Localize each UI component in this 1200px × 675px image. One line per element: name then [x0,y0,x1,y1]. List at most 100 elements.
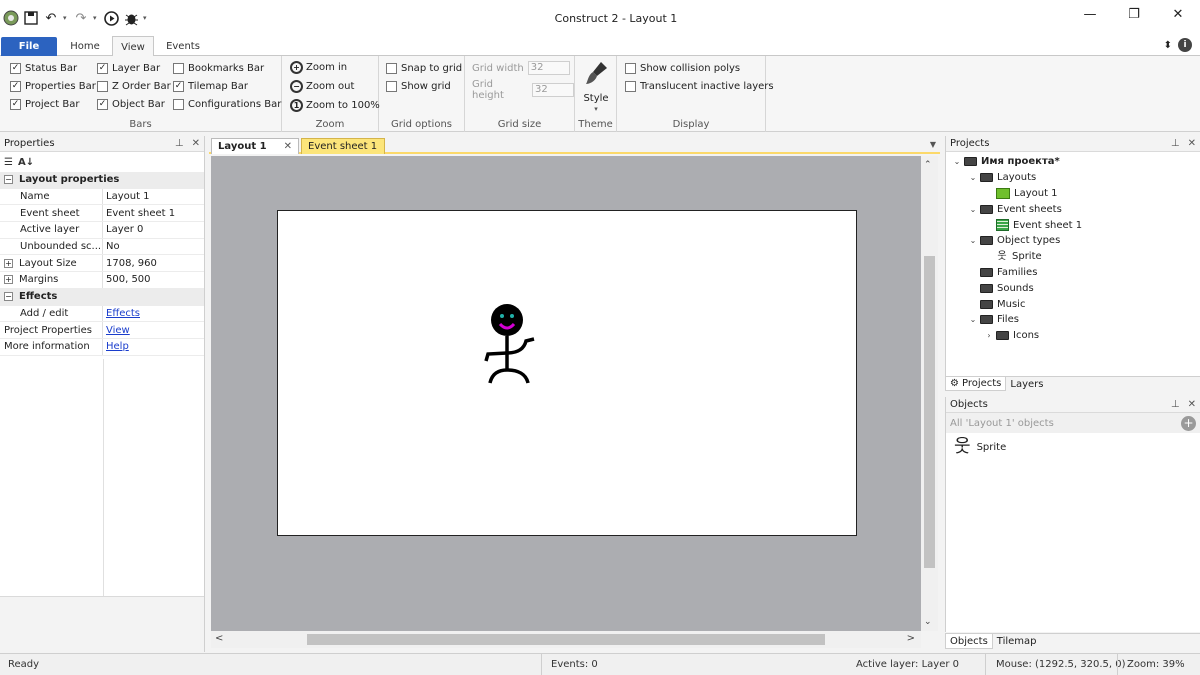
show-grid-checkbox[interactable]: Show grid [386,81,451,92]
customize-toolbar-icon[interactable]: ▾ [143,14,149,22]
expand-arrow-icon[interactable]: ⌄ [968,205,978,214]
add-object-icon[interactable]: + [1181,415,1196,431]
tab-home[interactable]: Home [62,36,108,57]
property-row[interactable]: Active layer Layer 0 [0,222,204,239]
expand-arrow-icon[interactable]: ⌄ [952,157,962,166]
close-icon[interactable]: ✕ [1188,138,1196,149]
tilemap-bar-checkbox[interactable]: ✓ Tilemap Bar [173,81,248,92]
collapse-icon[interactable]: − [4,292,13,302]
sprite-stickman[interactable] [478,303,548,393]
scroll-thumb[interactable] [307,634,825,645]
scroll-left-icon[interactable]: < [215,633,223,644]
object-item-sprite[interactable]: 웃 Sprite [946,433,1200,461]
tree-node-event-sheets[interactable]: ⌄ Event sheets [946,201,1200,217]
app-logo-icon[interactable] [3,10,19,26]
tab-events[interactable]: Events [160,36,206,57]
tab-list-dropdown-icon[interactable]: ▼ [930,140,936,149]
tree-node-layout-1[interactable]: Layout 1 [946,186,1200,202]
tab-view[interactable]: View [112,36,154,57]
view-link[interactable]: View [103,325,130,336]
tab-layers[interactable]: Layers [1006,377,1047,391]
vertical-scrollbar[interactable]: ⌃ ⌄ [921,156,938,631]
zoom-out-button[interactable]: − Zoom out [290,80,354,93]
property-value[interactable]: No [103,241,120,252]
tree-node-layouts[interactable]: ⌄ Layouts [946,170,1200,186]
collapse-icon[interactable]: − [4,175,13,185]
sort-alpha-icon[interactable]: A↓ [18,157,34,168]
property-row[interactable]: Name Layout 1 [0,188,204,206]
z-order-bar-checkbox[interactable]: Z Order Bar [97,81,171,92]
pin-icon[interactable]: ⊥ [1171,138,1180,149]
property-row[interactable]: More information Help [0,338,204,356]
tree-node-families[interactable]: Families [946,265,1200,281]
info-icon[interactable]: i [1178,38,1192,52]
pin-icon[interactable]: ⊥ [175,138,184,149]
property-value[interactable]: 1708, 960 [103,258,157,269]
expand-arrow-icon[interactable]: ⌄ [968,173,978,182]
collapsed-arrow-icon[interactable]: › [984,331,994,340]
bookmarks-bar-checkbox[interactable]: Bookmarks Bar [173,63,264,74]
property-row[interactable]: Add / edit Effects [0,305,204,323]
translucent-layers-checkbox[interactable]: Translucent inactive layers [625,81,774,92]
horizontal-scrollbar[interactable]: < > [211,631,921,648]
tree-node-sprite[interactable]: 웃 Sprite [946,249,1200,265]
tab-tilemap[interactable]: Tilemap [993,634,1041,649]
property-row[interactable]: Event sheet Event sheet 1 [0,205,204,223]
restore-icon[interactable]: ❐ [1112,0,1156,28]
expand-arrow-icon[interactable]: ⌄ [968,315,978,324]
property-row[interactable]: + Margins 500, 500 [0,272,204,289]
snap-to-grid-checkbox[interactable]: Snap to grid [386,63,462,74]
tree-node-root[interactable]: ⌄ Имя проекта* [946,154,1200,170]
categorized-icon[interactable]: ☰ [4,157,13,168]
tab-objects[interactable]: Objects [945,634,993,649]
object-bar-checkbox[interactable]: ✓ Object Bar [97,99,165,110]
tab-layout-1[interactable]: Layout 1 ✕ [211,138,299,154]
scroll-right-icon[interactable]: > [907,633,915,644]
ribbon-collapse-icon[interactable]: ⬍ [1164,40,1172,51]
tree-node-sounds[interactable]: Sounds [946,280,1200,296]
layer-bar-checkbox[interactable]: ✓ Layer Bar [97,63,160,74]
scroll-down-icon[interactable]: ⌄ [924,617,932,627]
status-bar-checkbox[interactable]: ✓ Status Bar [10,63,77,74]
style-dropdown-icon[interactable]: ▾ [575,105,617,113]
grid-height-input[interactable]: 32 [532,83,574,97]
property-row[interactable]: + Layout Size 1708, 960 [0,255,204,273]
category-row[interactable]: − Effects [0,288,204,306]
close-icon[interactable]: ✕ [284,141,292,152]
style-button[interactable] [583,60,609,91]
category-row[interactable]: − Layout properties [0,172,204,189]
pin-icon[interactable]: ⊥ [1171,399,1180,410]
zoom-100-button[interactable]: 1 Zoom to 100% [290,99,380,112]
tab-file[interactable]: File [1,37,57,56]
save-icon[interactable] [23,10,39,26]
close-icon[interactable]: ✕ [1188,399,1196,410]
redo-dropdown-icon[interactable]: ▾ [93,14,99,22]
property-value[interactable]: 500, 500 [103,274,151,285]
undo-icon[interactable]: ↶ [43,10,59,26]
property-value[interactable]: Event sheet 1 [103,208,175,219]
project-bar-checkbox[interactable]: ✓ Project Bar [10,99,80,110]
property-value[interactable]: Layout 1 [103,191,150,202]
scroll-thumb[interactable] [924,256,935,568]
redo-icon[interactable]: ↷ [73,10,89,26]
expand-icon[interactable]: + [4,258,13,268]
tree-node-object-types[interactable]: ⌄ Object types [946,233,1200,249]
run-icon[interactable] [103,10,119,26]
property-value[interactable]: Layer 0 [103,224,143,235]
expand-arrow-icon[interactable]: ⌄ [968,236,978,245]
property-row[interactable]: Project Properties View [0,322,204,339]
tab-projects[interactable]: ⚙ Projects [945,377,1007,391]
effects-link[interactable]: Effects [103,308,140,319]
configurations-bar-checkbox[interactable]: Configurations Bar [173,99,281,110]
collision-polys-checkbox[interactable]: Show collision polys [625,63,740,74]
help-link[interactable]: Help [103,341,129,352]
close-icon[interactable]: ✕ [1156,0,1200,28]
close-icon[interactable]: ✕ [192,138,200,149]
property-row[interactable]: Unbounded sc... No [0,238,204,256]
scroll-up-icon[interactable]: ⌃ [924,160,932,170]
minimize-icon[interactable]: — [1068,0,1112,28]
layout-viewport[interactable] [211,156,921,631]
debug-icon[interactable] [123,10,139,26]
tree-node-music[interactable]: Music [946,296,1200,312]
zoom-in-button[interactable]: + Zoom in [290,61,347,74]
